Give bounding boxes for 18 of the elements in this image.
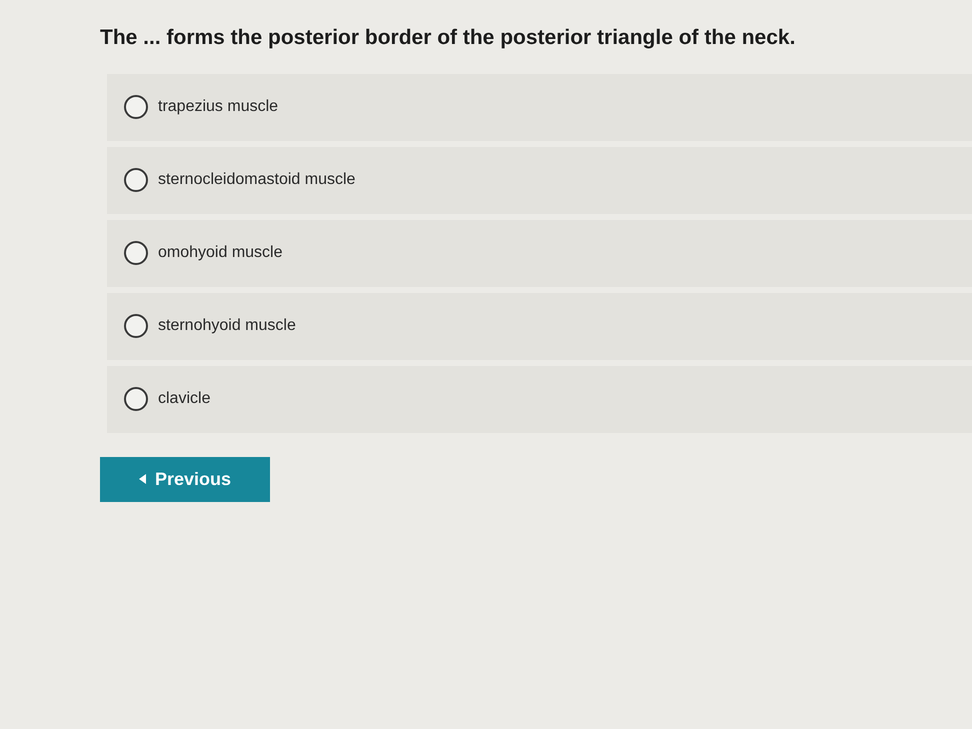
radio-button[interactable] <box>124 168 148 192</box>
answer-option[interactable]: trapezius muscle <box>107 74 972 140</box>
radio-button[interactable] <box>124 95 148 119</box>
radio-button[interactable] <box>124 314 148 338</box>
option-label: sternocleidomastoid muscle <box>158 170 356 190</box>
answer-option[interactable]: sternohyoid muscle <box>107 292 972 360</box>
option-label: sternohyoid muscle <box>158 316 296 336</box>
caret-left-icon <box>138 474 147 484</box>
radio-button[interactable] <box>124 387 148 411</box>
answer-option[interactable]: sternocleidomastoid muscle <box>107 146 972 214</box>
option-label: omohyoid muscle <box>158 243 282 263</box>
option-label: trapezius muscle <box>158 97 278 117</box>
radio-button[interactable] <box>124 241 148 265</box>
option-label: clavicle <box>158 389 210 409</box>
answer-option[interactable]: clavicle <box>107 366 972 432</box>
answer-option[interactable]: omohyoid muscle <box>107 220 972 286</box>
previous-button[interactable]: Previous <box>100 456 270 502</box>
question-text: The ... forms the posterior border of the posterior triangle of the neck. <box>100 25 796 51</box>
